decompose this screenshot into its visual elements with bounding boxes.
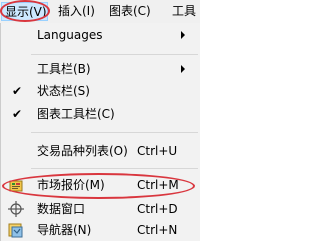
menu-item-label: 状态栏(S)	[37, 84, 90, 98]
menu-item-data-window[interactable]: 数据窗口 Ctrl+D	[1, 198, 200, 220]
menu-item-languages[interactable]: Languages	[1, 24, 200, 46]
menu-item-label: Languages	[37, 28, 103, 42]
view-dropdown-menu: Languages 工具栏(B) ✔ 状态栏(S) ✔ 图表工具栏(C) 交易品…	[0, 23, 200, 241]
menu-item-label: 数据窗口	[37, 202, 86, 216]
menu-separator	[31, 168, 198, 169]
menu-item-status-bar[interactable]: ✔ 状态栏(S)	[1, 80, 200, 102]
menu-item-label: 导航器(N)	[37, 223, 92, 237]
menu-insert[interactable]: 插入(I)	[58, 2, 95, 21]
highlight-ring-market-watch	[2, 173, 195, 199]
menu-item-shortcut: Ctrl+D	[137, 202, 178, 216]
menu-item-shortcut: Ctrl+U	[137, 144, 178, 158]
menu-charts[interactable]: 图表(C)	[109, 2, 151, 21]
checkmark-icon: ✔	[12, 84, 23, 98]
menu-separator	[31, 132, 198, 133]
navigator-icon	[7, 221, 25, 239]
menu-item-symbols-list[interactable]: 交易品种列表(O) Ctrl+U	[1, 140, 200, 162]
submenu-arrow-icon	[181, 31, 185, 39]
checkmark-icon: ✔	[12, 107, 23, 121]
menu-item-label: 图表工具栏(C)	[37, 107, 115, 121]
menu-tools[interactable]: 工具	[172, 2, 200, 21]
highlight-ring-view-menu	[0, 0, 50, 22]
menu-item-toolbars[interactable]: 工具栏(B)	[1, 58, 200, 80]
crosshair-icon	[7, 200, 25, 218]
submenu-arrow-icon	[181, 65, 185, 73]
menu-item-shortcut: Ctrl+N	[137, 223, 178, 237]
menu-item-chart-toolbar[interactable]: ✔ 图表工具栏(C)	[1, 103, 200, 125]
menu-separator	[31, 54, 198, 55]
menu-item-label: 工具栏(B)	[37, 62, 91, 76]
menu-item-label: 交易品种列表(O)	[37, 144, 128, 158]
menu-item-navigator[interactable]: 导航器(N) Ctrl+N	[1, 219, 200, 241]
